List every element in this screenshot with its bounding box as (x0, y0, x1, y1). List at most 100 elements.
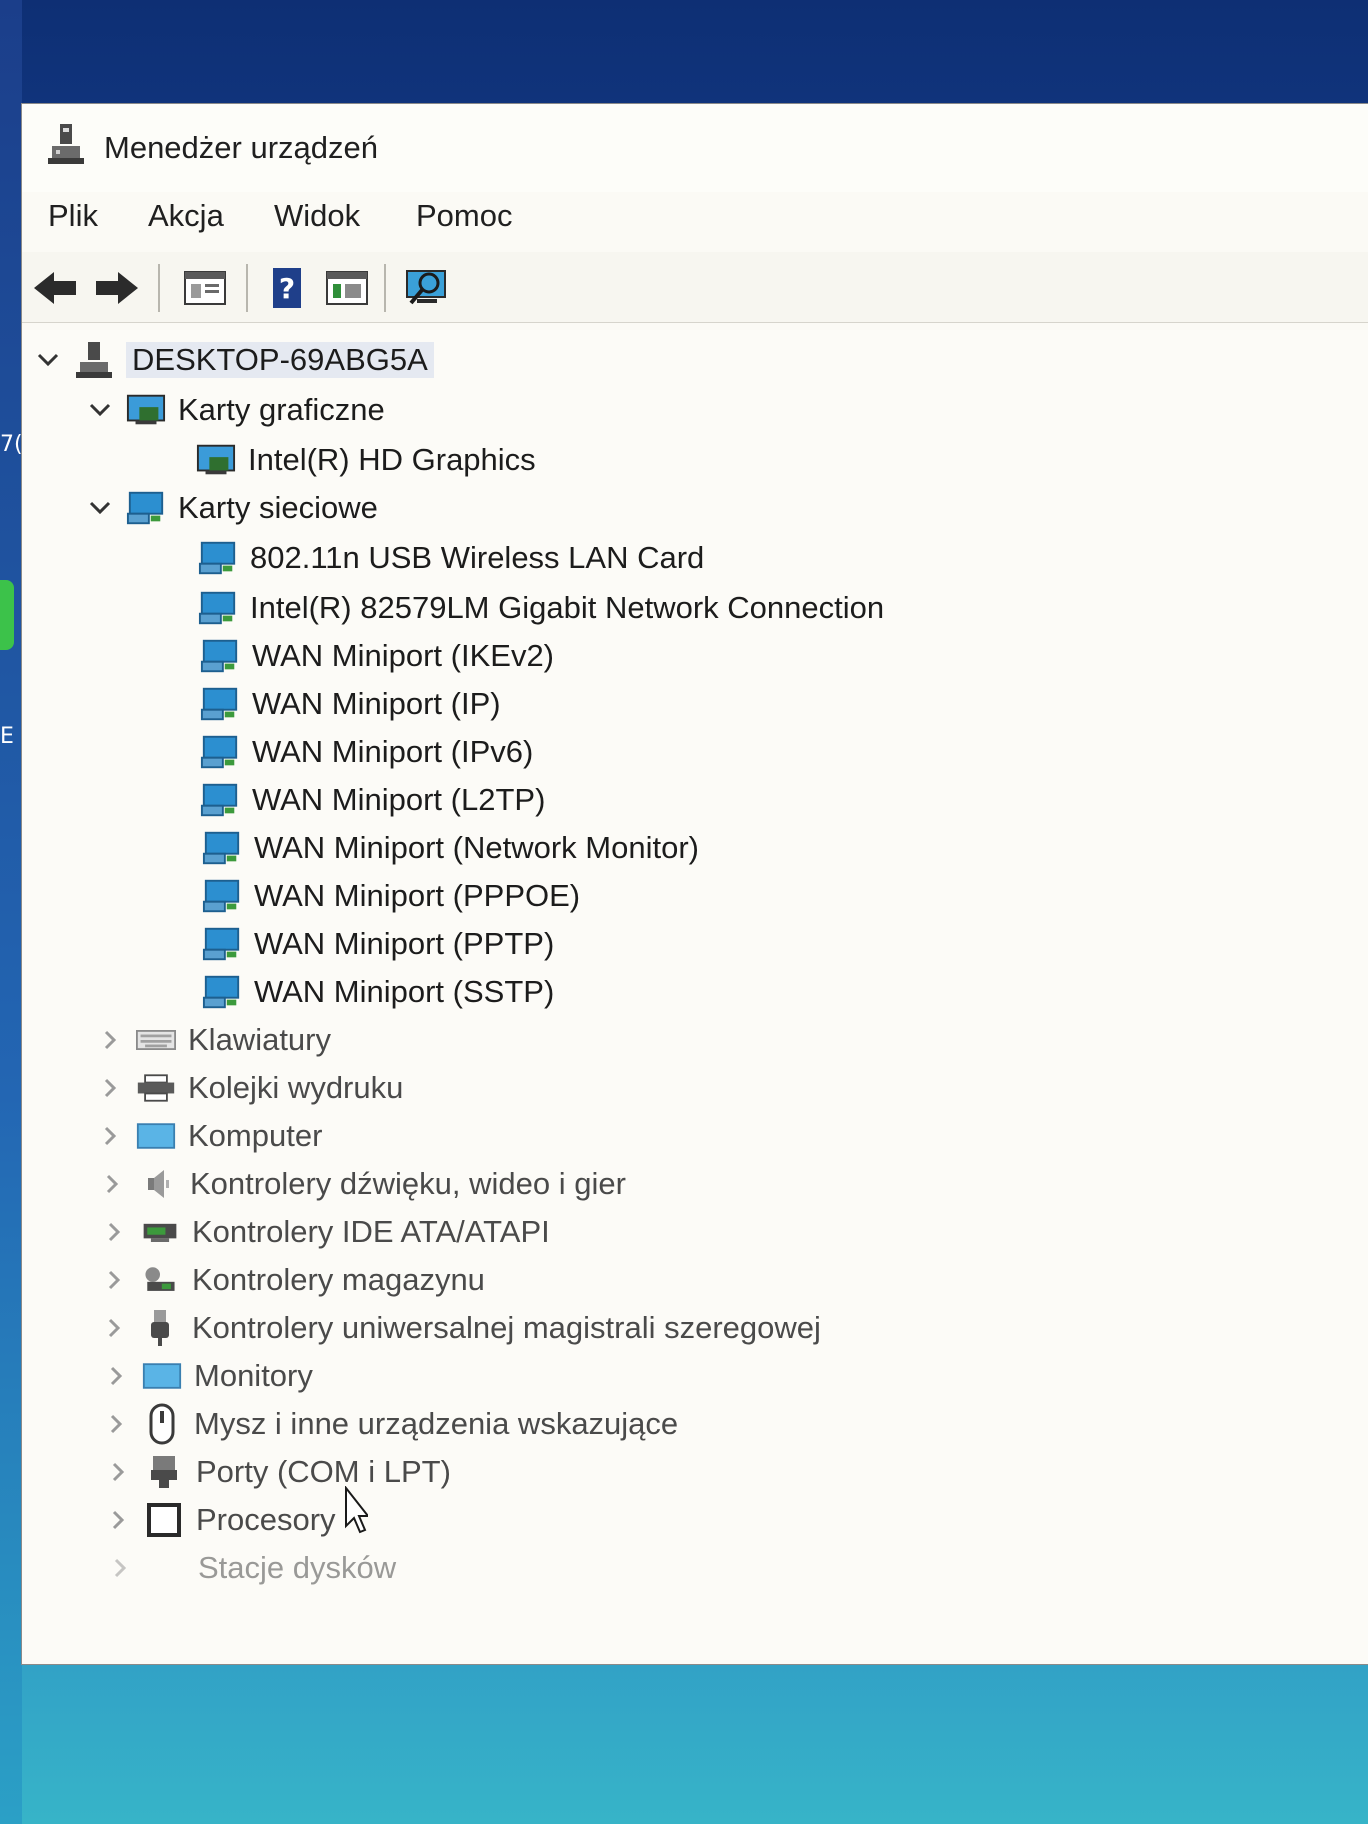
device-label: Intel(R) HD Graphics (248, 442, 536, 477)
chevron-right-icon[interactable] (104, 1364, 128, 1388)
help-button[interactable]: ? (262, 264, 312, 312)
tree-category-storage[interactable]: Kontrolery magazynu (102, 1258, 485, 1302)
category-label: Kolejki wydruku (188, 1070, 404, 1105)
tree-category-print-queues[interactable]: Kolejki wydruku (98, 1066, 403, 1110)
tree-category-monitors[interactable]: Monitory (104, 1354, 313, 1398)
device-item[interactable]: WAN Miniport (PPPOE) (202, 874, 580, 918)
title-bar[interactable]: Menedżer urządzeń (22, 104, 1368, 192)
chevron-right-icon[interactable] (106, 1460, 130, 1484)
chevron-right-icon[interactable] (98, 1028, 122, 1052)
category-label: Porty (COM i LPT) (196, 1454, 451, 1489)
device-label: WAN Miniport (SSTP) (254, 974, 555, 1009)
menu-plik[interactable]: Plik (48, 198, 98, 234)
device-label: WAN Miniport (L2TP) (252, 782, 546, 817)
forward-arrow-icon (96, 272, 138, 304)
chevron-right-icon[interactable] (102, 1268, 126, 1292)
category-label: Stacje dysków (198, 1550, 397, 1585)
tree-category-network-adapters[interactable]: Karty sieciowe (88, 486, 378, 530)
chevron-right-icon[interactable] (106, 1508, 130, 1532)
tree-category-ide[interactable]: Kontrolery IDE ATA/ATAPI (102, 1210, 550, 1254)
device-item[interactable]: WAN Miniport (L2TP) (200, 778, 545, 822)
device-tree: DESKTOP-69ABG5A Karty graficzne Intel(R)… (22, 330, 1368, 1664)
chevron-right-icon[interactable] (108, 1556, 132, 1580)
tree-category-mice[interactable]: Mysz i inne urządzenia wskazujące (104, 1402, 678, 1446)
network-adapter-icon (200, 735, 240, 769)
network-adapter-icon (198, 541, 238, 575)
chevron-right-icon[interactable] (98, 1076, 122, 1100)
category-label: Karty sieciowe (178, 490, 378, 525)
network-adapter-icon (202, 879, 242, 913)
device-label: 802.11n USB Wireless LAN Card (250, 540, 705, 575)
tree-category-computer[interactable]: Komputer (98, 1114, 322, 1158)
mouse-cursor-icon (345, 1486, 368, 1534)
network-adapter-icon (200, 687, 240, 721)
network-adapter-icon (200, 783, 240, 817)
tree-category-keyboards[interactable]: Klawiatury (98, 1018, 331, 1062)
properties-button[interactable] (180, 264, 230, 312)
sound-icon (138, 1167, 178, 1201)
disk-drive-icon (146, 1551, 186, 1585)
device-item[interactable]: WAN Miniport (IP) (200, 682, 501, 726)
device-item[interactable]: Intel(R) HD Graphics (196, 438, 536, 482)
menu-pomoc[interactable]: Pomoc (416, 198, 512, 234)
category-label: Kontrolery dźwięku, wideo i gier (190, 1166, 626, 1201)
keyboard-icon (136, 1023, 176, 1057)
category-label: Kontrolery magazynu (192, 1262, 485, 1297)
print-queue-icon (136, 1071, 176, 1105)
tree-category-usb[interactable]: Kontrolery uniwersalnej magistrali szere… (102, 1306, 821, 1350)
chevron-right-icon[interactable] (102, 1316, 126, 1340)
device-item[interactable]: WAN Miniport (IKEv2) (200, 634, 554, 678)
device-item[interactable]: WAN Miniport (PPTP) (202, 922, 554, 966)
ide-controller-icon (140, 1215, 180, 1249)
back-button[interactable] (30, 264, 80, 312)
device-item[interactable]: WAN Miniport (SSTP) (202, 970, 554, 1014)
tree-category-disk-drives[interactable]: Stacje dysków (108, 1546, 396, 1590)
tree-root[interactable]: DESKTOP-69ABG5A (36, 338, 434, 382)
chevron-down-icon[interactable] (36, 348, 60, 372)
computer-icon (136, 1119, 176, 1153)
device-item[interactable]: 802.11n USB Wireless LAN Card (198, 536, 704, 580)
desktop-text-fragment: 7( (0, 432, 23, 457)
chevron-right-icon[interactable] (98, 1124, 122, 1148)
tree-category-sound[interactable]: Kontrolery dźwięku, wideo i gier (100, 1162, 626, 1206)
chevron-right-icon[interactable] (102, 1220, 126, 1244)
device-label: WAN Miniport (Network Monitor) (254, 830, 699, 865)
device-label: WAN Miniport (IPv6) (252, 734, 534, 769)
category-label: Karty graficzne (178, 392, 385, 427)
category-label: Kontrolery IDE ATA/ATAPI (192, 1214, 550, 1249)
category-label: Komputer (188, 1118, 323, 1153)
category-label: Monitory (194, 1358, 313, 1393)
menu-widok[interactable]: Widok (274, 198, 360, 234)
network-adapter-icon (198, 591, 238, 625)
port-icon (144, 1455, 184, 1489)
device-manager-window: Menedżer urządzeń Plik Akcja Widok Pomoc… (22, 104, 1368, 1664)
device-item[interactable]: WAN Miniport (Network Monitor) (202, 826, 699, 870)
desktop-green-shape (0, 580, 14, 650)
device-manager-icon (48, 124, 84, 164)
network-adapter-icon (200, 639, 240, 673)
device-item[interactable]: Intel(R) 82579LM Gigabit Network Connect… (198, 586, 884, 630)
properties-icon (184, 271, 226, 305)
forward-button[interactable] (92, 264, 142, 312)
display-adapter-icon (126, 393, 166, 427)
category-label: Mysz i inne urządzenia wskazujące (194, 1406, 679, 1441)
category-label: Procesory (196, 1502, 336, 1537)
computer-name: DESKTOP-69ABG5A (126, 342, 434, 378)
tree-category-processors[interactable]: Procesory (106, 1498, 336, 1542)
tree-category-ports[interactable]: Porty (COM i LPT) (106, 1450, 451, 1494)
back-arrow-icon (34, 272, 76, 304)
device-item[interactable]: WAN Miniport (IPv6) (200, 730, 533, 774)
chevron-right-icon[interactable] (104, 1412, 128, 1436)
desktop-text-fragment: E (0, 724, 14, 749)
display-adapter-icon (196, 443, 236, 477)
chevron-down-icon[interactable] (88, 496, 112, 520)
menu-akcja[interactable]: Akcja (148, 198, 224, 234)
scan-hardware-button[interactable] (402, 264, 452, 312)
update-driver-button[interactable] (322, 264, 372, 312)
network-adapter-icon (202, 975, 242, 1009)
chevron-right-icon[interactable] (100, 1172, 124, 1196)
mouse-icon (142, 1403, 182, 1445)
chevron-down-icon[interactable] (88, 398, 112, 422)
help-icon: ? (273, 268, 301, 308)
tree-category-display-adapters[interactable]: Karty graficzne (88, 388, 385, 432)
